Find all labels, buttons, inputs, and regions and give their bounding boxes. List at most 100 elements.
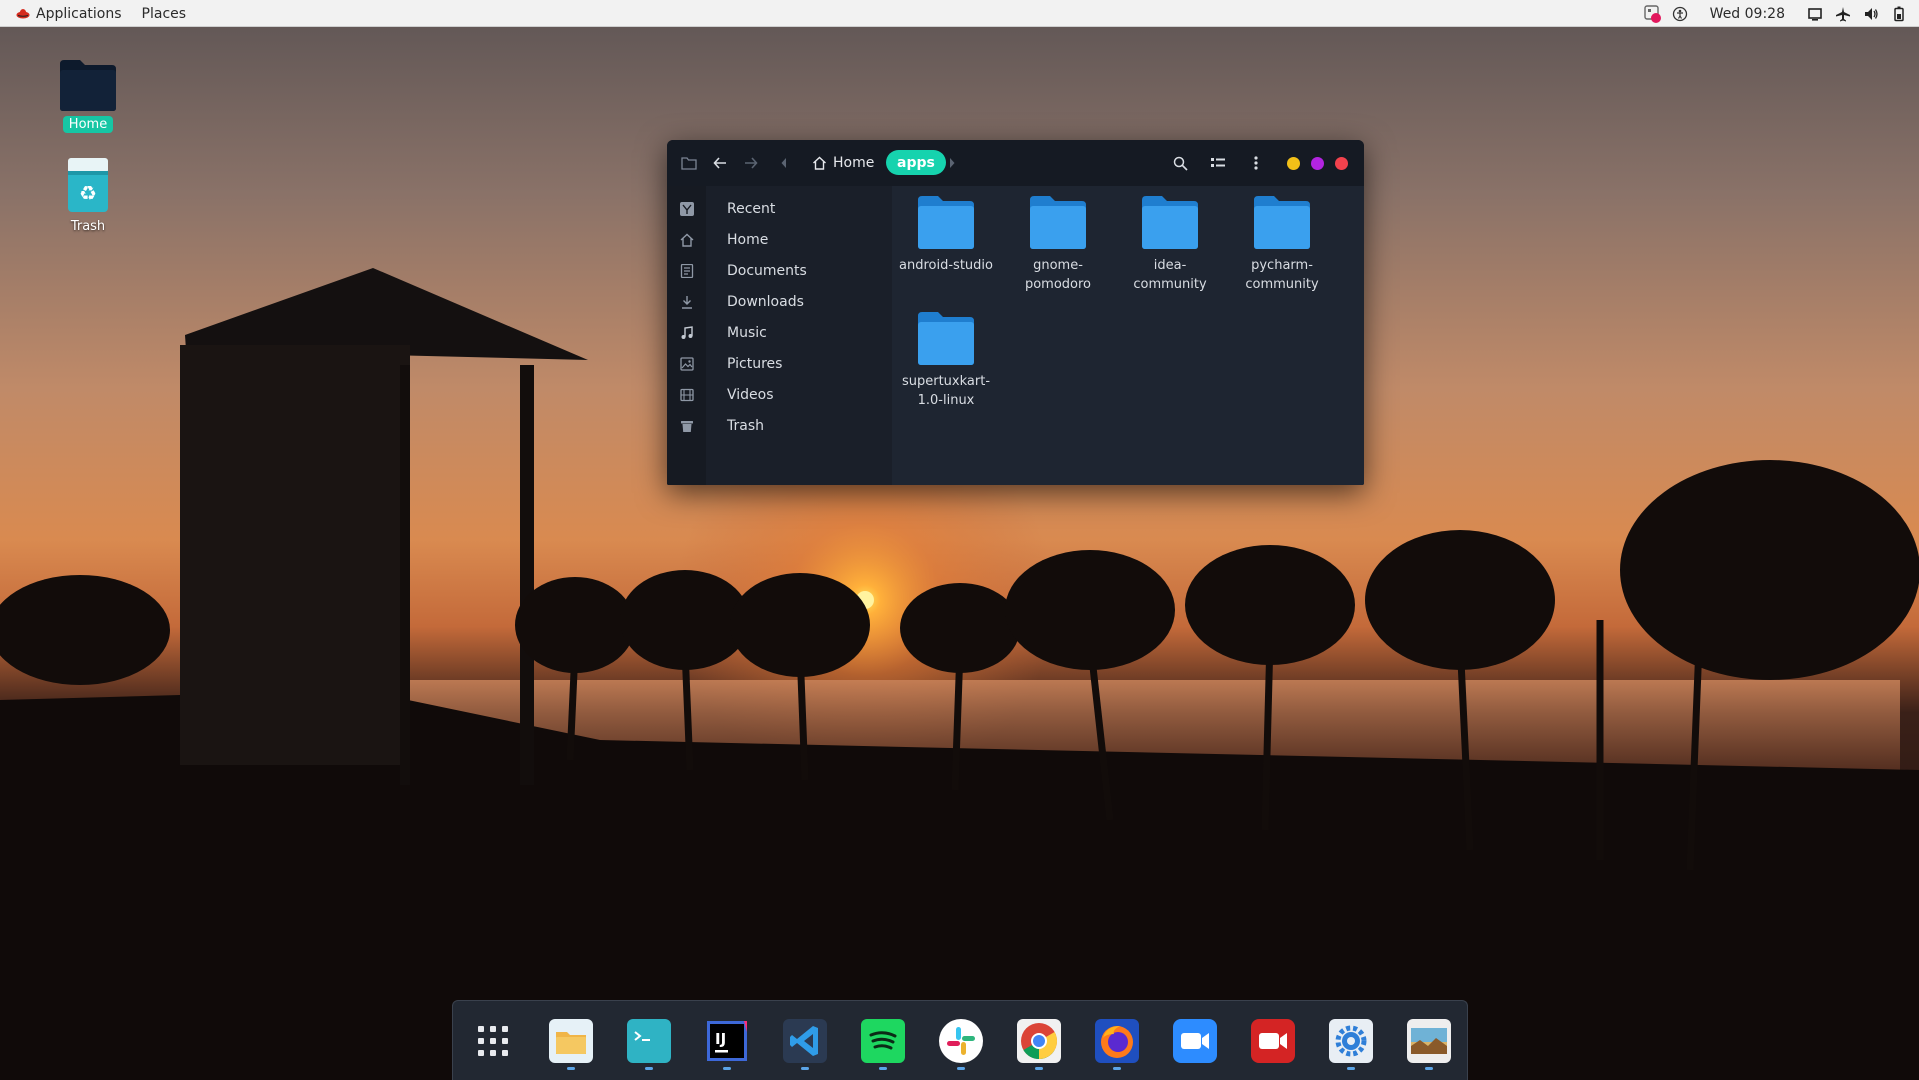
- volume-icon[interactable]: [1857, 0, 1885, 27]
- path-scroll-left-button[interactable]: [772, 151, 796, 175]
- file-manager-window: Home apps Recent Home Documents Download…: [667, 140, 1364, 485]
- folder-label: supertuxkart-1.0-linux: [901, 374, 991, 408]
- terminal-icon: [627, 1019, 671, 1063]
- folder-icon: [918, 312, 974, 365]
- home-icon: [813, 156, 826, 170]
- folder-icon: [1254, 196, 1310, 249]
- breadcrumb-home[interactable]: Home: [812, 152, 874, 174]
- image-viewer-icon: [1407, 1019, 1451, 1063]
- clock[interactable]: Wed 09:28: [1694, 6, 1801, 22]
- battery-icon[interactable]: [1885, 0, 1913, 27]
- applications-menu[interactable]: Applications: [6, 0, 132, 27]
- header-bar: Home apps: [667, 140, 1364, 186]
- dock-settings[interactable]: [1326, 1016, 1376, 1066]
- intellij-idea-icon: IJ: [707, 1021, 747, 1061]
- forward-button[interactable]: [739, 151, 763, 175]
- dock-intellij-idea[interactable]: IJ: [702, 1016, 752, 1066]
- places-menu[interactable]: Places: [132, 0, 197, 27]
- folder-label: android-studio: [899, 258, 993, 273]
- arrow-right-icon: [745, 157, 758, 169]
- trash-icon: ♻: [68, 158, 108, 212]
- dock-image-viewer[interactable]: [1404, 1016, 1454, 1066]
- folder-item[interactable]: supertuxkart-1.0-linux: [896, 310, 996, 410]
- minimize-button[interactable]: [1287, 157, 1300, 170]
- settings-gear-icon: [1329, 1019, 1373, 1063]
- sidebar-item-pictures[interactable]: Pictures: [667, 349, 892, 379]
- folder-label: idea-community: [1133, 258, 1207, 292]
- desktop-icon-label: Home: [62, 116, 114, 133]
- vscode-icon: [783, 1019, 827, 1063]
- dock-chrome[interactable]: [1014, 1016, 1064, 1066]
- search-button[interactable]: [1168, 151, 1192, 175]
- dock-firefox[interactable]: [1092, 1016, 1142, 1066]
- running-indicator: [645, 1067, 653, 1070]
- maximize-button[interactable]: [1311, 157, 1324, 170]
- sidebar-item-home[interactable]: Home: [667, 225, 892, 255]
- sidebar-item-trash[interactable]: Trash: [667, 411, 892, 441]
- folder-outline-icon: [681, 157, 697, 170]
- accessibility-icon[interactable]: [1666, 0, 1694, 27]
- screen-icon[interactable]: [1801, 0, 1829, 27]
- sidebar-item-documents[interactable]: Documents: [667, 256, 892, 286]
- dock-screen-recorder[interactable]: [1248, 1016, 1298, 1066]
- sidebar-item-label: Trash: [727, 418, 764, 434]
- dock-terminal[interactable]: [624, 1016, 674, 1066]
- running-indicator: [1347, 1067, 1355, 1070]
- back-button[interactable]: [708, 151, 732, 175]
- sidebar-item-videos[interactable]: Videos: [667, 380, 892, 410]
- running-indicator: [567, 1067, 575, 1070]
- sidebar-item-recent[interactable]: Recent: [667, 194, 892, 224]
- breadcrumb-home-label: Home: [833, 155, 875, 171]
- places-label: Places: [141, 5, 187, 22]
- breadcrumb-current[interactable]: apps: [886, 150, 946, 175]
- files-icon: [549, 1019, 593, 1063]
- sidebar: Recent Home Documents Downloads Music Pi…: [667, 186, 892, 485]
- dock: IJ: [452, 1000, 1468, 1080]
- redhat-logo-icon: [16, 8, 30, 18]
- view-toggle-button[interactable]: [1206, 151, 1230, 175]
- videos-icon: [679, 387, 695, 403]
- desktop-icon-trash[interactable]: ♻ Trash: [45, 156, 131, 235]
- close-button[interactable]: [1335, 157, 1348, 170]
- sidebar-item-label: Home: [727, 232, 769, 248]
- dock-files[interactable]: [546, 1016, 596, 1066]
- dock-app-grid[interactable]: [468, 1016, 518, 1066]
- sidebar-item-downloads[interactable]: Downloads: [667, 287, 892, 317]
- file-grid: android-studio gnome-pomodoro idea-commu…: [892, 186, 1364, 485]
- pictures-icon: [679, 356, 695, 372]
- list-view-icon: [1211, 158, 1225, 167]
- folder-icon: [1142, 196, 1198, 249]
- kebab-menu-icon: [1254, 156, 1258, 170]
- sidebar-item-label: Pictures: [727, 356, 783, 372]
- sidebar-item-music[interactable]: Music: [667, 318, 892, 348]
- folder-item[interactable]: pycharm-community: [1232, 194, 1332, 294]
- sidebar-item-label: Music: [727, 325, 767, 341]
- running-indicator: [723, 1067, 731, 1070]
- dock-slack[interactable]: [936, 1016, 986, 1066]
- folder-label: gnome-pomodoro: [1024, 258, 1092, 292]
- notification-tray-icon[interactable]: [1638, 0, 1666, 27]
- path-scroll-right-button[interactable]: [940, 151, 964, 175]
- chrome-icon: [1017, 1019, 1061, 1063]
- sidebar-item-label: Recent: [727, 201, 776, 217]
- dock-zoom[interactable]: [1170, 1016, 1220, 1066]
- folder-item[interactable]: idea-community: [1120, 194, 1220, 294]
- extension-icon: [1643, 4, 1661, 23]
- folder-item[interactable]: gnome-pomodoro: [1008, 194, 1108, 294]
- running-indicator: [879, 1067, 887, 1070]
- running-indicator: [1425, 1067, 1433, 1070]
- folder-item[interactable]: android-studio: [896, 194, 996, 275]
- folder-icon: [60, 60, 116, 111]
- desktop-icon-home[interactable]: Home: [45, 58, 131, 133]
- arrow-left-icon: [713, 157, 726, 169]
- applications-label: Applications: [36, 5, 122, 22]
- airplane-mode-icon[interactable]: [1829, 0, 1857, 27]
- menu-button[interactable]: [1244, 151, 1268, 175]
- sidebar-toggle-button[interactable]: [677, 151, 701, 175]
- folder-icon: [918, 196, 974, 249]
- dock-spotify[interactable]: [858, 1016, 908, 1066]
- dock-vscode[interactable]: [780, 1016, 830, 1066]
- home-icon: [679, 232, 695, 248]
- folder-icon: [1030, 196, 1086, 249]
- desktop-icon-label: Trash: [70, 219, 106, 234]
